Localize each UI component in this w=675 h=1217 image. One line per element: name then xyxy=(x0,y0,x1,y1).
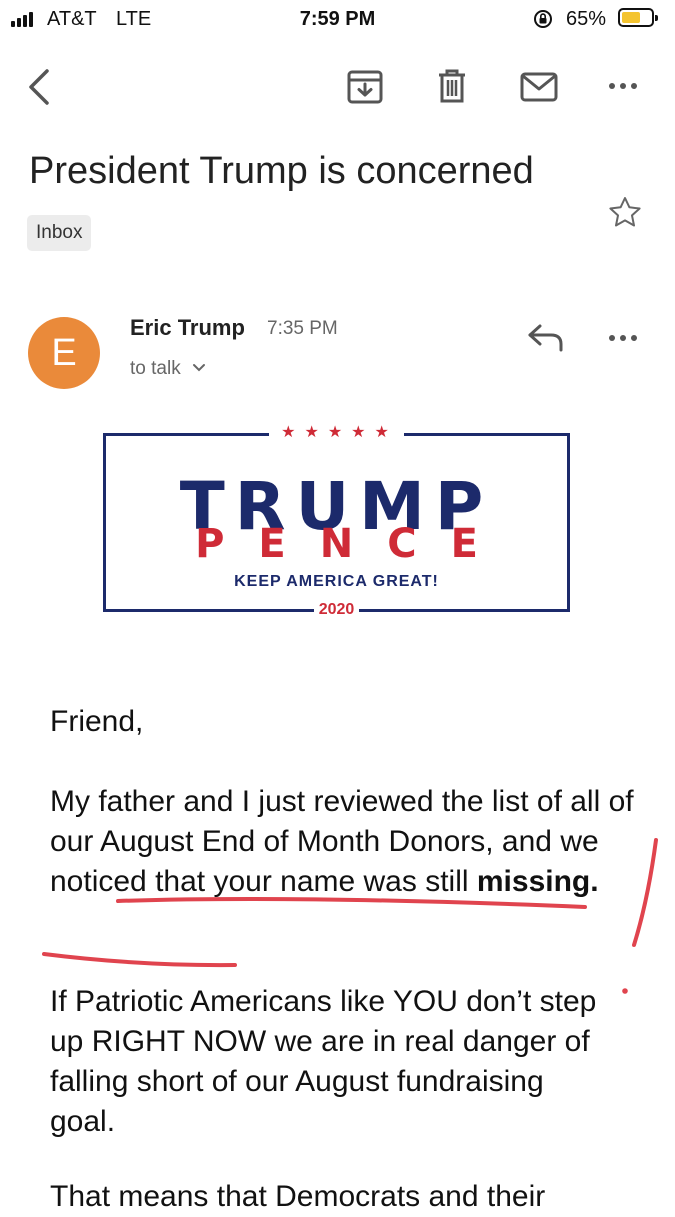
email-subject: President Trump is concerned xyxy=(29,150,534,192)
paragraph-3: That means that Democrats and their xyxy=(50,1180,546,1213)
chevron-down-icon[interactable] xyxy=(192,363,206,373)
mail-icon[interactable] xyxy=(520,72,558,102)
battery-percent: 65% xyxy=(566,8,607,30)
reply-icon[interactable] xyxy=(527,322,565,352)
back-arrow-icon[interactable] xyxy=(26,68,52,106)
paragraph-1-bold: missing. xyxy=(476,865,599,898)
banner-slogan: KEEP AMERICA GREAT! xyxy=(234,573,439,590)
message-more-icon[interactable] xyxy=(609,335,637,341)
sender-avatar[interactable]: E xyxy=(28,317,100,389)
recipient-line[interactable]: to talk xyxy=(130,358,181,380)
banner-pence: PENCE xyxy=(195,521,512,567)
trash-icon[interactable] xyxy=(437,68,467,104)
sent-time: 7:35 PM xyxy=(267,318,338,339)
banner-year: 2020 xyxy=(103,601,570,619)
rotation-lock-icon xyxy=(534,10,552,28)
sender-name[interactable]: Eric Trump xyxy=(130,315,245,341)
inbox-label[interactable]: Inbox xyxy=(27,215,92,251)
paragraph-2: If Patriotic Americans like YOU don’t st… xyxy=(50,985,597,1138)
battery-icon xyxy=(618,8,658,27)
banner-stars: ★★★★★ xyxy=(103,422,570,442)
status-bar: AT&T LTE 7:59 PM 65% xyxy=(0,0,675,40)
campaign-banner: ★★★★★ TRUMP PENCE KEEP AMERICA GREAT! 20… xyxy=(103,424,570,618)
paragraph-1: My father and I just reviewed the list o… xyxy=(50,782,640,902)
star-icon[interactable] xyxy=(608,196,642,228)
more-icon[interactable] xyxy=(609,83,637,89)
greeting: Friend, xyxy=(50,705,144,738)
archive-icon[interactable] xyxy=(347,70,383,104)
